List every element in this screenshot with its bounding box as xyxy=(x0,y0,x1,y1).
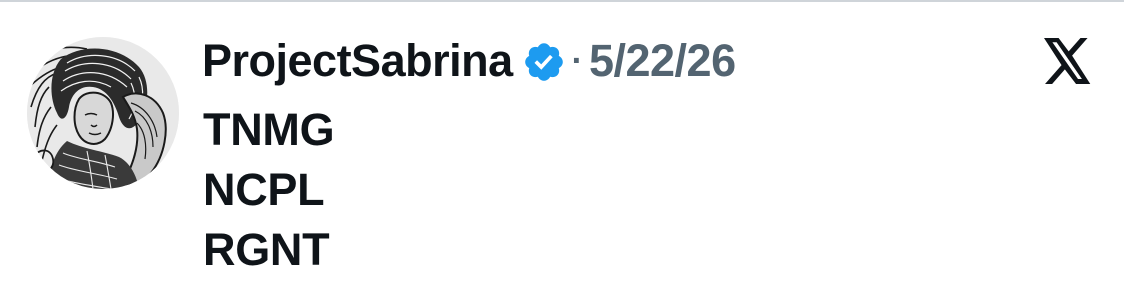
tweet-line: NCPL xyxy=(203,164,325,215)
divider xyxy=(0,0,1124,2)
post-date[interactable]: 5/22/26 xyxy=(589,35,736,87)
avatar[interactable] xyxy=(27,37,179,189)
tweet-line: RGNT xyxy=(203,224,330,275)
separator-dot: · xyxy=(571,41,583,80)
tweet-header: ProjectSabrina · 5/22/26 xyxy=(202,33,736,89)
author-name[interactable]: ProjectSabrina xyxy=(202,35,513,87)
tweet-line: TNMG xyxy=(203,104,335,155)
tweet-text: TNMG NCPL RGNT xyxy=(203,100,335,280)
x-logo-icon[interactable] xyxy=(1044,38,1092,84)
tweet-card: ProjectSabrina · 5/22/26 TNMG NCPL RGNT xyxy=(0,0,1124,308)
verified-badge-icon xyxy=(522,40,566,84)
